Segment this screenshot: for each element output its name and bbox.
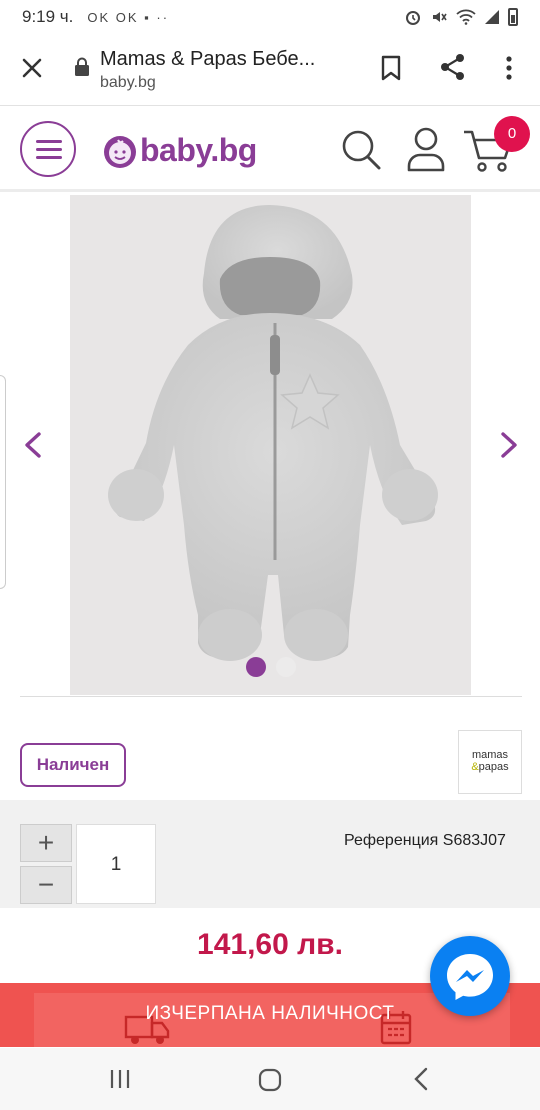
availability-badge: Наличен: [20, 743, 126, 787]
messenger-chat-button[interactable]: [430, 936, 510, 1016]
user-account-icon[interactable]: [406, 126, 446, 172]
carousel-dot-2[interactable]: [276, 657, 296, 677]
side-drawer-handle[interactable]: [0, 375, 6, 589]
page-url[interactable]: baby.bg: [100, 74, 156, 92]
quantity-increase-button[interactable]: +: [20, 824, 72, 862]
alarm-icon: [406, 11, 420, 25]
product-reference: Референция S683J07: [344, 832, 506, 849]
menu-button[interactable]: [20, 121, 76, 177]
brand-logo-line2: papas: [478, 761, 509, 773]
brand-logo-amp: &: [471, 761, 479, 773]
lock-icon: [75, 57, 89, 76]
more-vert-icon[interactable]: [500, 54, 518, 82]
browser-toolbar: Mamas & Papas Бебе... baby.bg: [0, 34, 540, 106]
bookmark-icon[interactable]: [378, 54, 404, 82]
status-bar: 9:19 ч. OK OK ▪ ··: [0, 0, 540, 34]
product-gallery: [0, 195, 540, 697]
status-time: 9:19 ч.: [22, 7, 74, 26]
close-icon[interactable]: [18, 54, 46, 82]
status-right-icons: [404, 8, 518, 26]
divider: [20, 696, 522, 697]
site-header: baby.bg 0: [0, 106, 540, 192]
quantity-decrease-button[interactable]: −: [20, 866, 72, 904]
share-icon[interactable]: [438, 52, 468, 82]
wifi-icon: [456, 9, 476, 25]
messenger-icon: [447, 954, 493, 1000]
carousel-dot-1[interactable]: [246, 657, 266, 677]
recent-apps-icon[interactable]: [108, 1068, 132, 1090]
site-logo[interactable]: baby.bg: [140, 132, 257, 169]
brand-logo[interactable]: mamas &papas: [458, 730, 522, 794]
signal-icon: [485, 10, 499, 24]
notification-icons: OK OK ▪ ··: [87, 9, 170, 25]
pramsuit-illustration: [108, 205, 438, 661]
page-title[interactable]: Mamas & Papas Бебе...: [100, 48, 315, 71]
back-icon[interactable]: [410, 1066, 432, 1092]
quantity-input[interactable]: 1: [76, 824, 156, 904]
product-image[interactable]: [70, 195, 471, 695]
system-navigation-bar: [0, 1048, 540, 1110]
brand-logo-line1: mamas: [471, 749, 509, 761]
home-icon[interactable]: [258, 1068, 282, 1092]
baby-face-logo-icon[interactable]: [102, 134, 138, 170]
previous-image-arrow-icon[interactable]: [22, 431, 44, 459]
mute-icon: [433, 12, 447, 22]
cart-count-badge[interactable]: 0: [494, 116, 530, 152]
quantity-section: + − 1 Референция S683J07: [0, 800, 540, 908]
next-image-arrow-icon[interactable]: [498, 431, 520, 459]
battery-icon: [508, 8, 518, 26]
search-icon[interactable]: [340, 128, 382, 172]
